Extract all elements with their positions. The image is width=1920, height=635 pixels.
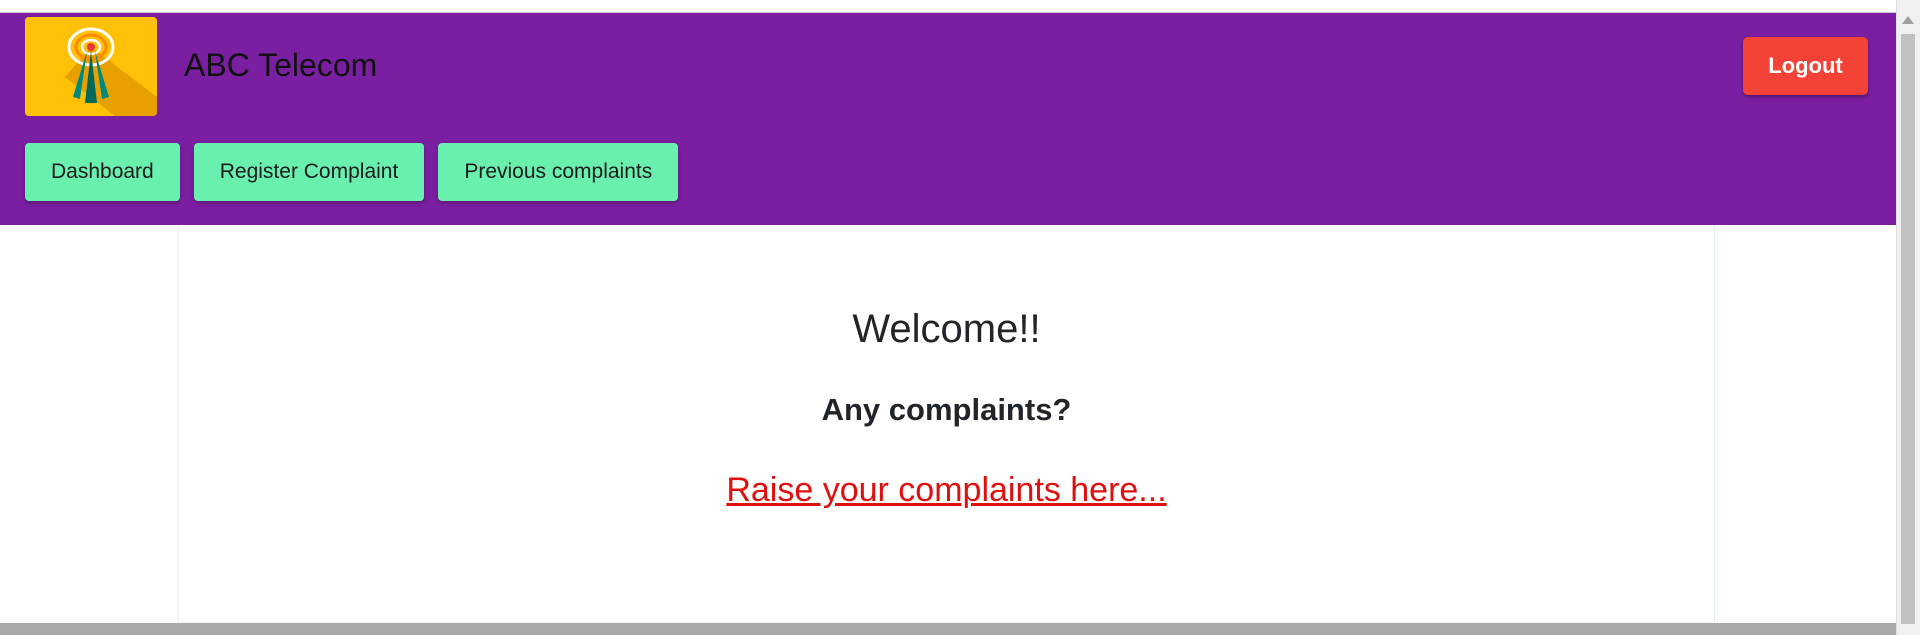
vertical-scrollbar[interactable] <box>1896 0 1920 635</box>
nav-bar: Dashboard Register Complaint Previous co… <box>25 143 679 201</box>
complaints-question: Any complaints? <box>821 392 1072 427</box>
logo <box>25 17 157 116</box>
top-border <box>0 0 1896 13</box>
nav-dashboard-button[interactable]: Dashboard <box>25 143 180 201</box>
welcome-heading: Welcome!! <box>852 307 1041 351</box>
raise-complaint-link-wrapper: Raise your complaints here... <box>179 471 1714 510</box>
bottom-bar <box>0 623 1896 635</box>
main-content: Welcome!! Any complaints? Raise your com… <box>0 225 1896 623</box>
nav-register-complaint-button[interactable]: Register Complaint <box>193 143 425 201</box>
antenna-broadcast-icon <box>25 17 157 116</box>
scrollbar-thumb[interactable] <box>1901 34 1915 624</box>
app-header: ABC Telecom Logout Dashboard Register Co… <box>0 13 1896 225</box>
nav-previous-complaints-button[interactable]: Previous complaints <box>438 143 679 201</box>
welcome-card: Welcome!! Any complaints? Raise your com… <box>178 225 1715 622</box>
logout-button[interactable]: Logout <box>1743 37 1868 95</box>
raise-complaint-link[interactable]: Raise your complaints here... <box>726 471 1166 509</box>
scroll-up-arrow-icon[interactable] <box>1902 16 1914 24</box>
brand-title: ABC Telecom <box>184 47 378 83</box>
